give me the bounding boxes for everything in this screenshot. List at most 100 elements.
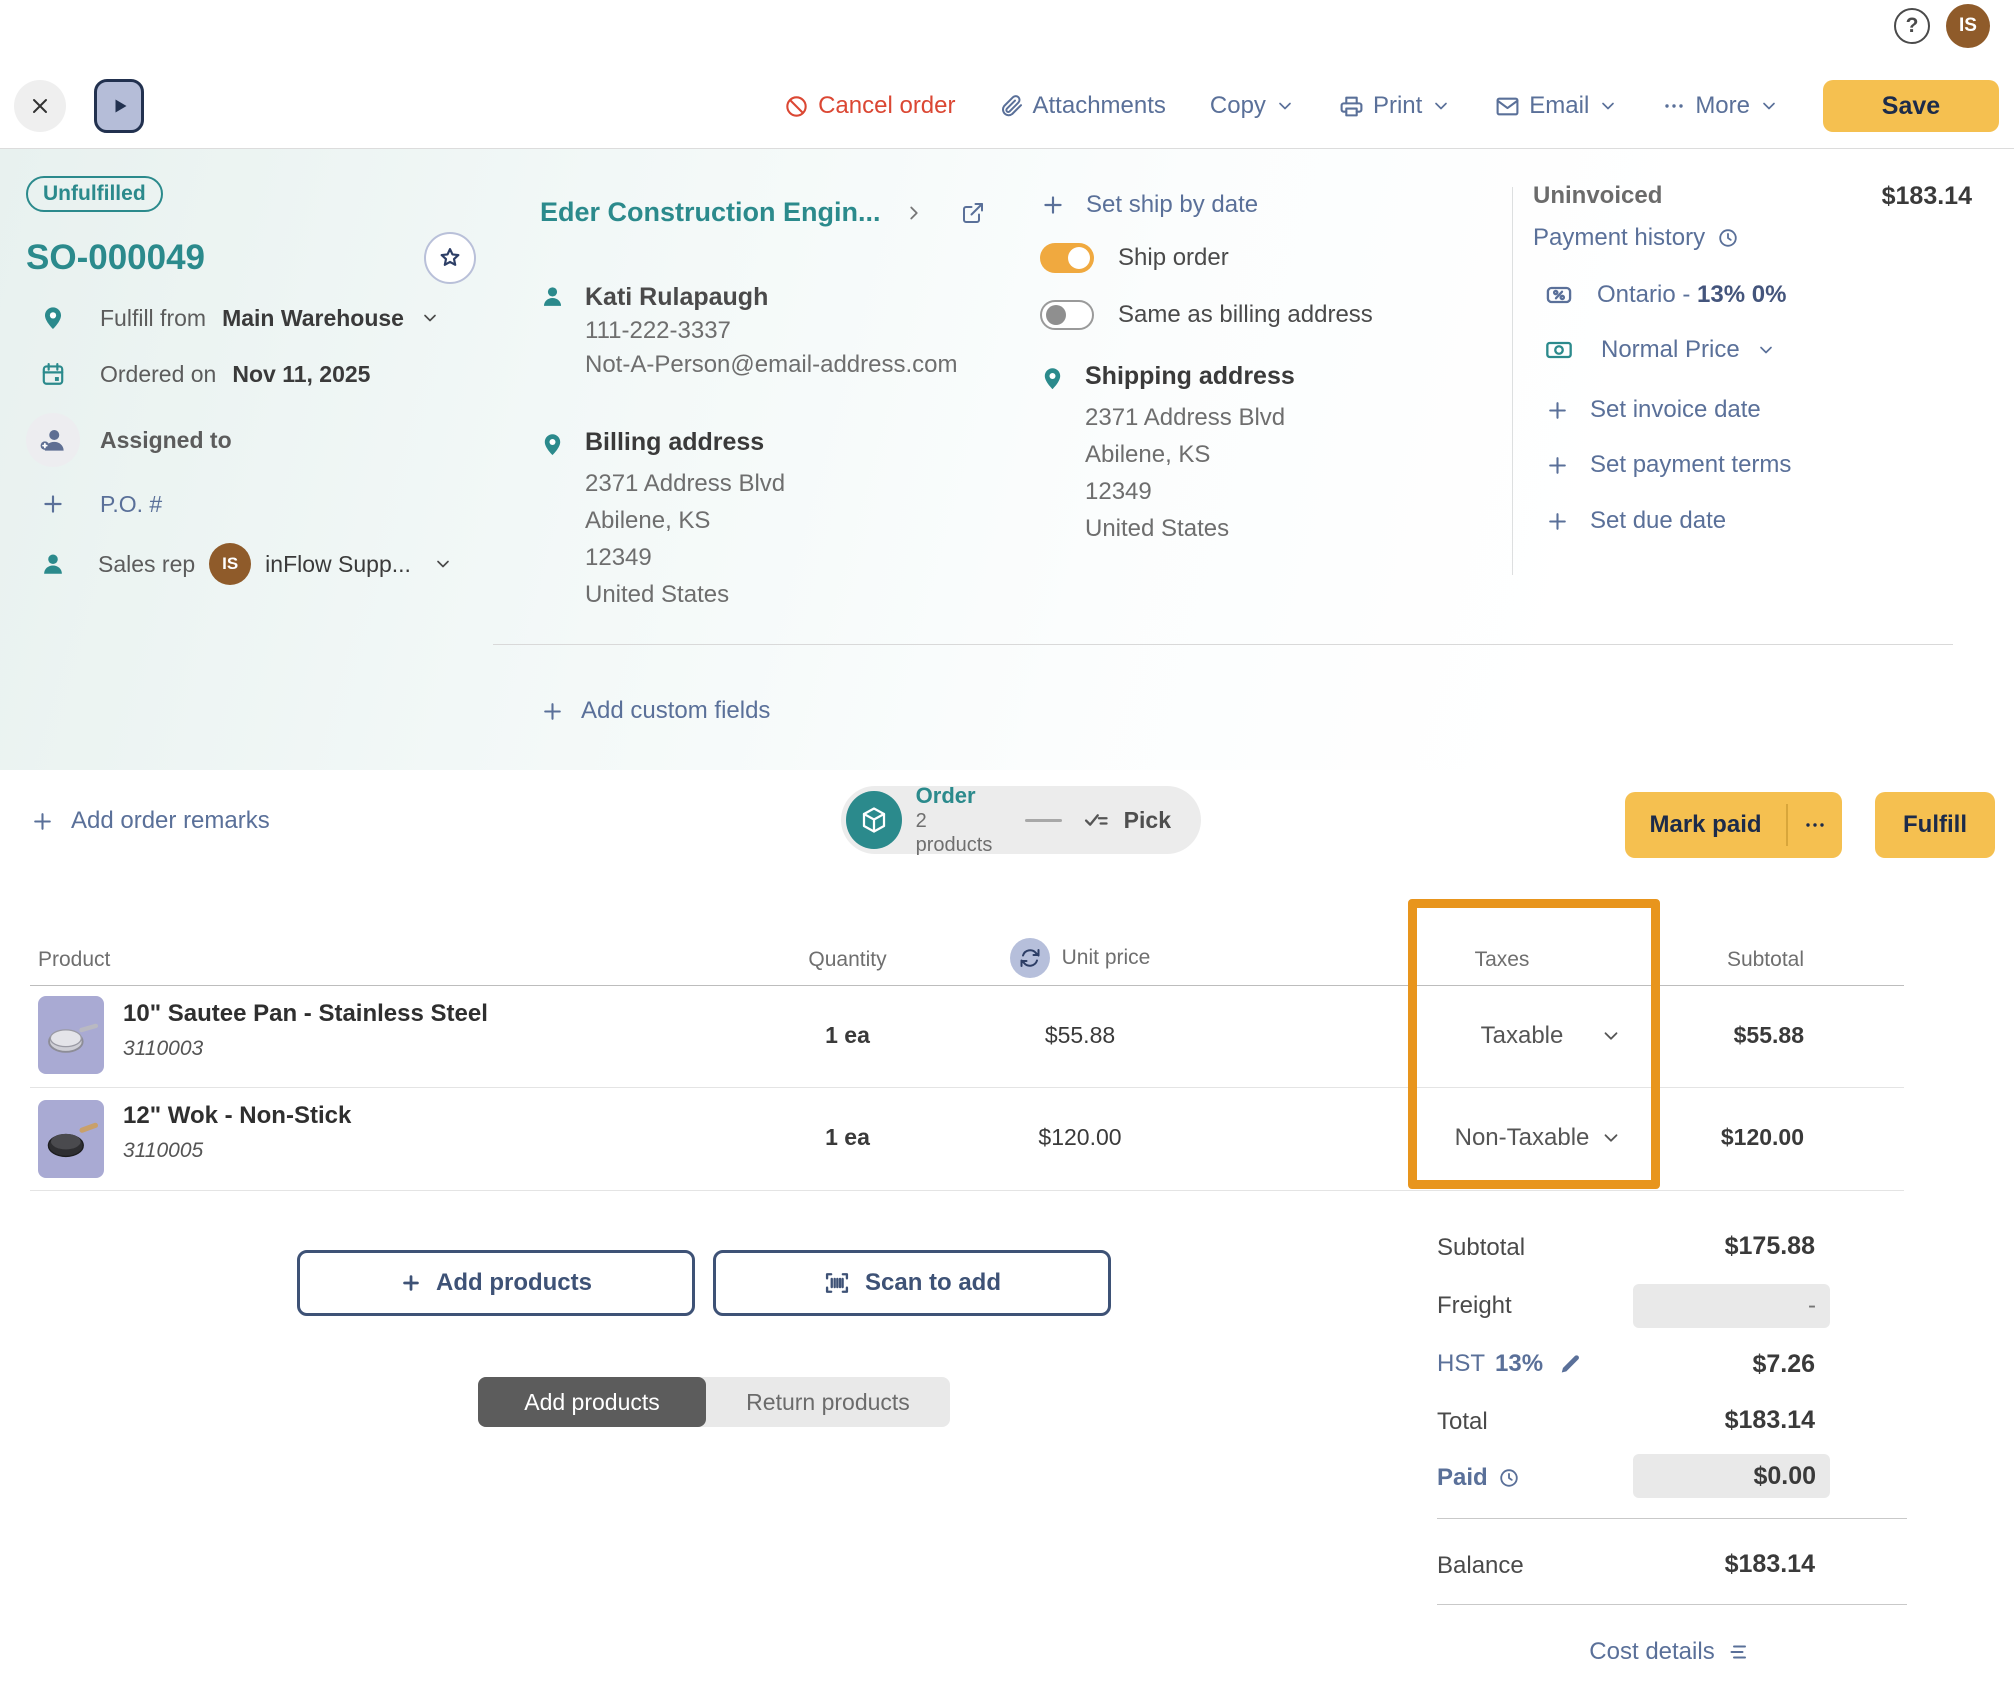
ship-order-toggle[interactable] [1040, 243, 1094, 273]
freight-input[interactable] [1633, 1284, 1830, 1328]
cancel-icon [784, 94, 809, 119]
same-as-billing-row: Same as billing address [1040, 299, 1490, 331]
scan-to-add-button[interactable]: Scan to add [713, 1250, 1111, 1316]
chevron-down-icon[interactable] [420, 308, 440, 328]
product-thumbnail [38, 1100, 104, 1178]
product-thumbnail [38, 996, 104, 1074]
divider [1437, 1604, 1907, 1605]
divider [493, 644, 1953, 645]
chevron-right-icon[interactable] [903, 202, 925, 224]
plus-icon [30, 809, 55, 834]
attachments-button[interactable]: Attachments [1000, 92, 1166, 120]
line-subtotal: $55.88 [1600, 1022, 1804, 1049]
mark-paid-button[interactable]: Mark paid [1625, 811, 1786, 839]
shipping-line: United States [1085, 510, 1295, 547]
tax-scheme-prefix: Ontario - [1597, 281, 1697, 308]
quantity-value[interactable]: 1 ea [780, 1124, 915, 1151]
shipping-line: 12349 [1085, 473, 1295, 510]
order-step-icon-wrap[interactable] [846, 791, 902, 849]
pricing-scheme-row[interactable]: Normal Price [1533, 333, 1990, 367]
favorite-button[interactable] [424, 232, 476, 284]
uninvoiced-amount: $183.14 [1864, 176, 1990, 217]
unit-price-value[interactable]: $55.88 [990, 1022, 1170, 1049]
mode-return-products[interactable]: Return products [706, 1377, 950, 1427]
pencil-icon[interactable] [1559, 1353, 1581, 1375]
shipping-address-block: Shipping address 2371 Address Blvd Abile… [1040, 362, 1490, 547]
more-button[interactable]: More [1662, 92, 1779, 120]
set-due-date[interactable]: Set due date [1533, 506, 1990, 536]
external-link-icon[interactable] [961, 201, 985, 225]
products-mode-toggle: Add products Return products [478, 1377, 950, 1427]
save-button[interactable]: Save [1823, 80, 1999, 132]
billing-line: Abilene, KS [585, 502, 785, 539]
assigned-to-row[interactable]: Assigned to [26, 412, 488, 468]
user-avatar[interactable]: IS [1946, 4, 1990, 48]
sync-icon [1018, 946, 1042, 970]
set-ship-by-date[interactable]: Set ship by date [1040, 189, 1490, 221]
fulfill-from-value[interactable]: Main Warehouse [222, 305, 404, 332]
add-custom-fields[interactable]: Add custom fields [540, 695, 770, 727]
copy-button[interactable]: Copy [1210, 92, 1295, 120]
ordered-on-value[interactable]: Nov 11, 2025 [232, 361, 370, 388]
product-name[interactable]: 12" Wok - Non-Stick [123, 1102, 351, 1130]
add-order-remarks[interactable]: Add order remarks [30, 804, 270, 838]
cancel-order-button[interactable]: Cancel order [784, 92, 955, 120]
order-step[interactable]: Order 2 products [916, 783, 1006, 857]
play-icon [107, 94, 131, 118]
unit-price-value[interactable]: $120.00 [990, 1124, 1170, 1151]
billing-address-block: Billing address 2371 Address Blvd Abilen… [540, 428, 1010, 613]
divider [30, 985, 1904, 986]
mark-paid-split-button: Mark paid [1625, 792, 1842, 858]
same-as-billing-toggle[interactable] [1040, 300, 1094, 330]
sales-rep-value[interactable]: inFlow Supp... [265, 551, 411, 578]
close-button[interactable] [14, 80, 66, 132]
pick-step-label[interactable]: Pick [1124, 807, 1171, 834]
chevron-down-icon[interactable] [433, 554, 453, 574]
shipping-line: 2371 Address Blvd [1085, 399, 1295, 436]
payment-history-link[interactable]: Payment history [1533, 223, 1990, 253]
same-as-billing-label: Same as billing address [1118, 301, 1373, 329]
cost-details-link[interactable]: Cost details [1560, 1638, 1780, 1666]
help-icon[interactable]: ? [1894, 8, 1930, 44]
tax-scheme-row[interactable]: Ontario - 13% 0% [1533, 279, 1990, 311]
envelope-icon [1495, 94, 1520, 119]
sales-rep-avatar: IS [209, 543, 251, 585]
tax-dropdown[interactable]: Non-Taxable [1422, 1118, 1622, 1158]
hst-value: $7.26 [1615, 1350, 1815, 1379]
billing-line: 12349 [585, 539, 785, 576]
order-summary-column: Unfulfilled SO-000049 Fulfill from Main … [26, 176, 488, 586]
billing-address-label: Billing address [585, 428, 785, 457]
money-icon [1545, 336, 1573, 364]
mode-add-products[interactable]: Add products [478, 1377, 706, 1427]
product-name[interactable]: 10" Sautee Pan - Stainless Steel [123, 1000, 488, 1028]
po-number-row[interactable]: P.O. # [26, 488, 488, 520]
fulfill-button[interactable]: Fulfill [1875, 792, 1995, 858]
customer-name-link[interactable]: Eder Construction Engin... [540, 197, 881, 228]
contact-block: Kati Rulapaugh 111-222-3337 Not-A-Person… [540, 280, 1010, 382]
tax-dropdown[interactable]: Taxable [1422, 1016, 1622, 1056]
chevron-down-icon [1759, 96, 1779, 116]
chevron-down-icon [1431, 96, 1451, 116]
quantity-value[interactable]: 1 ea [780, 1022, 915, 1049]
balance-label: Balance [1437, 1552, 1524, 1580]
paid-value-box[interactable]: $0.00 [1633, 1454, 1830, 1498]
location-pin-icon [1040, 366, 1065, 391]
print-button[interactable]: Print [1339, 92, 1451, 120]
shipping-line: Abilene, KS [1085, 436, 1295, 473]
close-icon [28, 94, 52, 118]
order-step-sub: 2 products [916, 809, 1006, 857]
invoice-column: Uninvoiced $183.14 Payment history Ontar… [1533, 177, 1990, 536]
price-sync-icon-wrap[interactable] [1010, 938, 1050, 978]
add-products-button[interactable]: Add products [297, 1250, 695, 1316]
col-header-taxes: Taxes [1402, 948, 1602, 972]
ellipsis-icon [1662, 94, 1686, 118]
contact-phone: 111-222-3337 [585, 314, 957, 348]
shipping-column: Set ship by date Ship order Same as bill… [1040, 189, 1490, 547]
plus-icon [540, 699, 565, 724]
paid-row: Paid [1437, 1462, 1520, 1494]
set-invoice-date[interactable]: Set invoice date [1533, 395, 1990, 425]
mark-paid-more-button[interactable] [1788, 813, 1842, 837]
set-payment-terms[interactable]: Set payment terms [1533, 450, 1990, 480]
play-button[interactable] [94, 79, 144, 133]
email-button[interactable]: Email [1495, 92, 1618, 120]
